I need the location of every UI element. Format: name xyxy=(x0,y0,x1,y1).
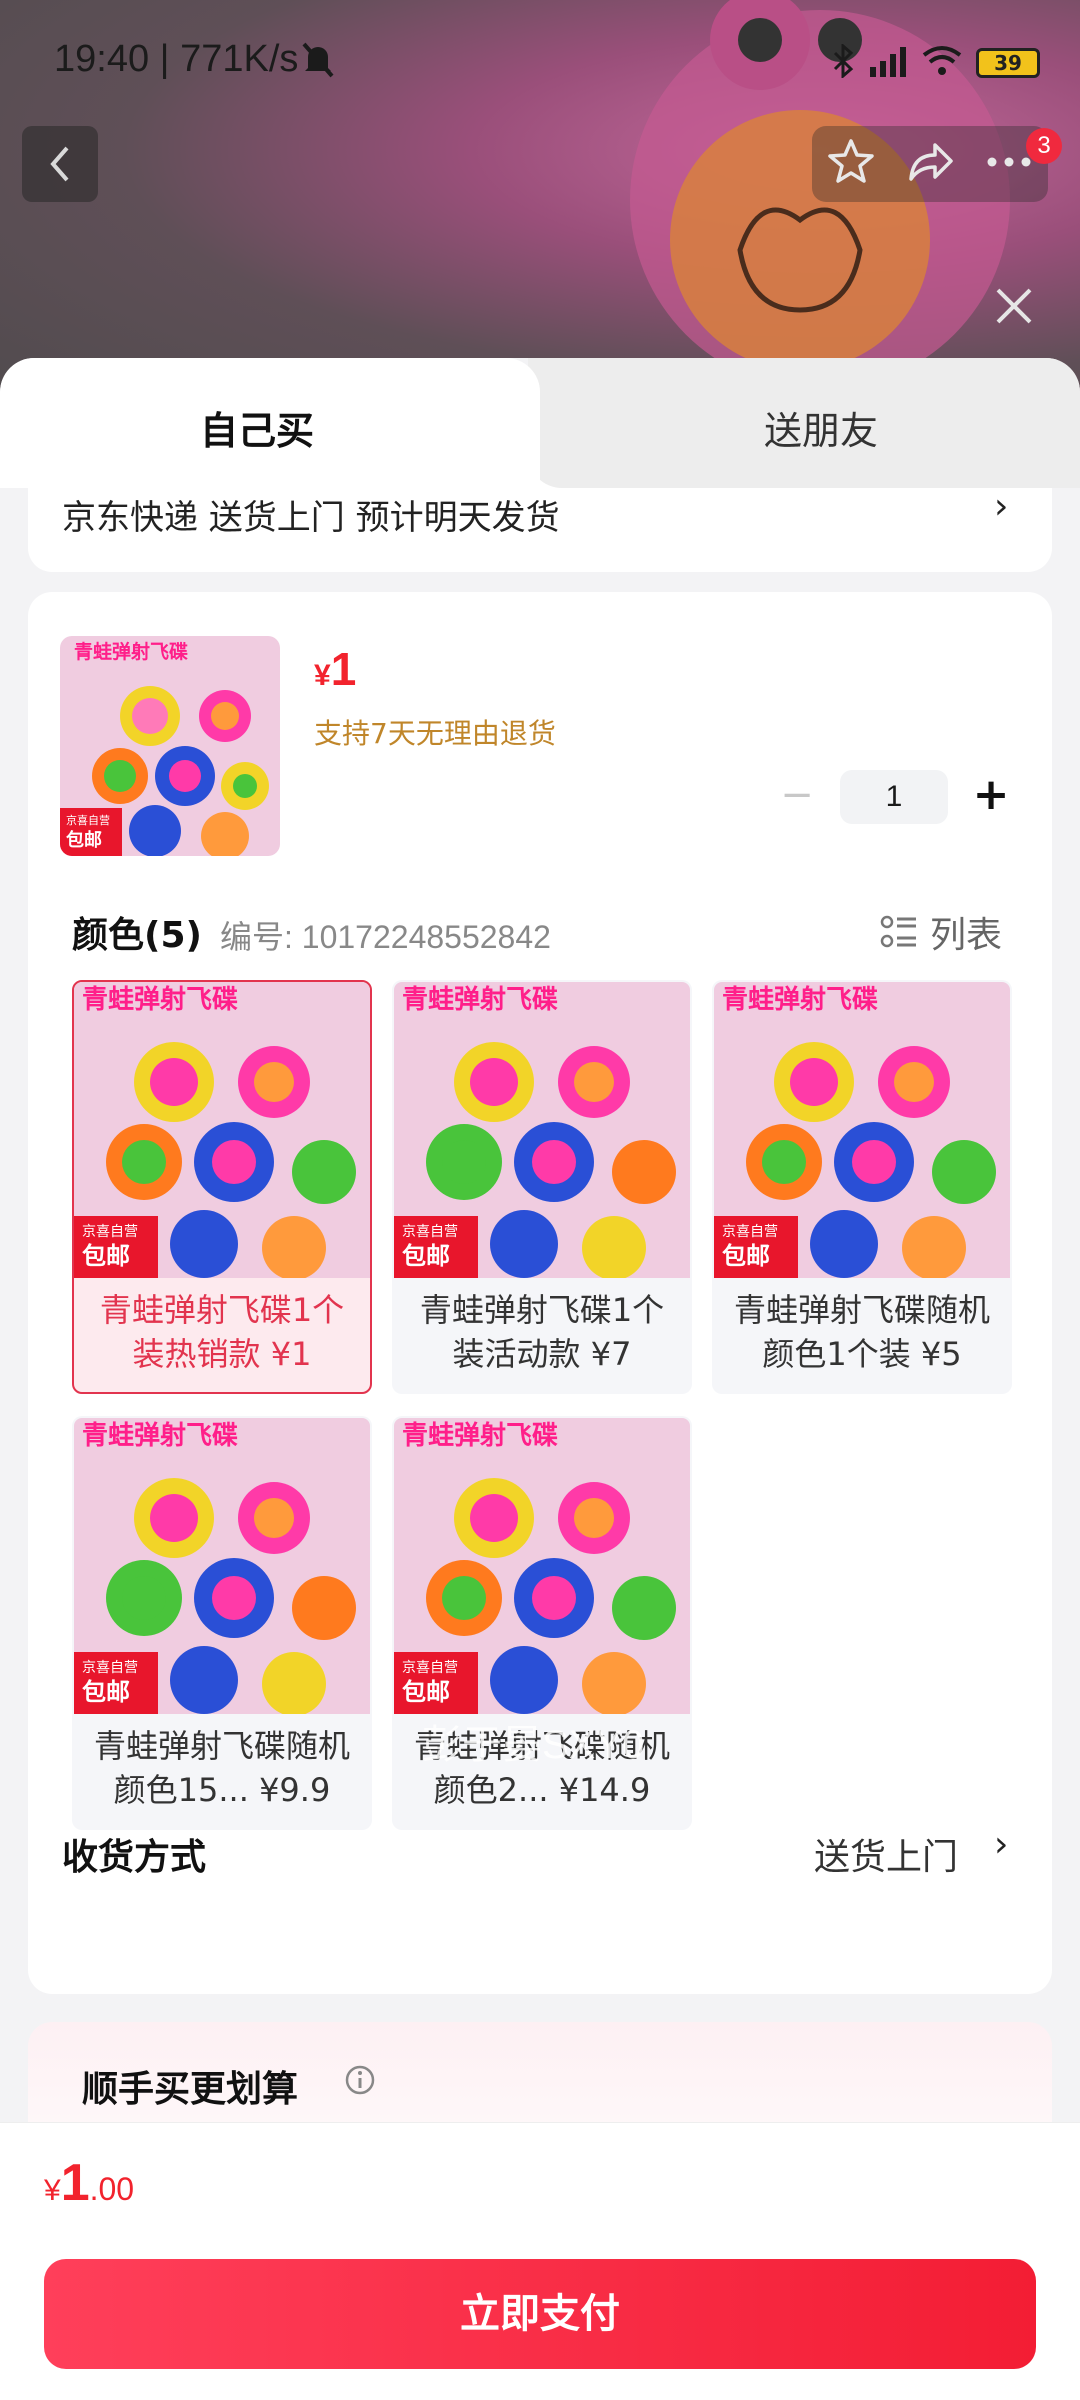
battery-icon: 39 xyxy=(976,48,1040,78)
wifi-icon xyxy=(922,45,962,81)
close-icon xyxy=(996,288,1032,324)
option-free-text: 包邮 xyxy=(402,1242,450,1270)
option-banner-text: 青蛙弹射飞碟 xyxy=(722,985,878,1015)
option-brand-text: 京喜自营 xyxy=(722,1224,778,1240)
unit-price-currency: ¥ xyxy=(314,659,331,692)
delivery-text: 京东快递 送货上门 预计明天发货 xyxy=(62,498,560,538)
total-currency: ¥ xyxy=(44,2174,61,2207)
bluetooth-icon xyxy=(832,42,854,82)
tab-self[interactable]: 自己买 xyxy=(0,358,540,488)
purchase-sheet: 京东快递 送货上门 预计明天发货 › 送朋友 自己买 青蛙弹射飞碟 京喜自营 包… xyxy=(0,358,1080,2400)
upsell-title: 顺手买更划算 xyxy=(82,2069,299,2110)
share-icon xyxy=(909,143,953,181)
total-price: ¥1.00 xyxy=(44,2153,134,2213)
option-brand-text: 京喜自营 xyxy=(402,1660,458,1676)
message-count-badge: 3 xyxy=(1026,128,1062,164)
color-option-line2: 颜色15... ¥9.9 xyxy=(113,1771,331,1809)
list-view-toggle[interactable]: 列表 xyxy=(880,906,1002,958)
chevron-left-icon xyxy=(50,146,69,182)
user-watermark: 彭于晏SXY0 xyxy=(422,1723,645,1767)
thumb-banner-text: 青蛙弹射飞碟 xyxy=(74,640,188,663)
close-sheet-button[interactable] xyxy=(984,276,1044,336)
product-thumbnail[interactable]: 青蛙弹射飞碟 京喜自营 包邮 xyxy=(60,636,280,856)
color-option-line2: 颜色1个装 ¥5 xyxy=(762,1335,962,1373)
mute-bell-icon xyxy=(300,40,336,84)
thumb-brand-text: 京喜自营 xyxy=(66,813,110,827)
option-banner-text: 青蛙弹射飞碟 xyxy=(82,1421,238,1451)
color-option-image: 青蛙弹射飞碟京喜自营包邮 xyxy=(74,1418,370,1714)
tab-self-label: 自己买 xyxy=(200,409,315,453)
more-dots-icon xyxy=(987,157,1031,167)
pay-now-button[interactable]: 立即支付 xyxy=(44,2259,1036,2369)
color-option-tile[interactable]: 青蛙弹射飞碟京喜自营包邮青蛙弹射飞碟随机 颜色15... ¥9.9 xyxy=(72,1416,372,1830)
product-thumbnail-image: 青蛙弹射飞碟 京喜自营 包邮 xyxy=(60,636,280,856)
option-free-text: 包邮 xyxy=(82,1242,130,1270)
share-button[interactable] xyxy=(905,137,955,191)
favorite-star-button[interactable] xyxy=(826,137,876,191)
shipping-method-value: 送货上门 xyxy=(814,1837,959,1878)
unit-price-value: 1 xyxy=(330,643,357,695)
checkout-footer: ¥1.00 立即支付 xyxy=(0,2122,1080,2400)
color-option-line1: 青蛙弹射飞碟1个 xyxy=(419,1291,665,1329)
option-free-text: 包邮 xyxy=(722,1242,770,1270)
info-icon[interactable] xyxy=(344,2064,376,2100)
color-option-line2: 装热销款 ¥1 xyxy=(132,1335,312,1373)
option-brand-text: 京喜自营 xyxy=(82,1224,138,1240)
purchase-tabs: 送朋友 自己买 xyxy=(0,358,1080,488)
color-option-line1: 青蛙弹射飞碟随机 xyxy=(733,1291,990,1329)
option-brand-text: 京喜自营 xyxy=(402,1224,458,1240)
color-option-line2: 装活动款 ¥7 xyxy=(452,1335,632,1373)
option-banner-text: 青蛙弹射飞碟 xyxy=(82,985,238,1015)
thumb-free-text: 包邮 xyxy=(66,829,102,851)
status-time: 19:40 | 771K/s xyxy=(54,38,299,80)
option-brand-text: 京喜自营 xyxy=(82,1660,138,1676)
color-option-line2: 颜色2... ¥14.9 xyxy=(433,1771,651,1809)
color-option-image: 青蛙弹射飞碟京喜自营包邮 xyxy=(394,1418,690,1714)
product-code: 编号: 10172248552842 xyxy=(220,919,551,955)
status-bar: 19:40 | 771K/s 39 xyxy=(0,0,1080,120)
color-option-label: 青蛙弹射飞碟随机 颜色15... ¥9.9 xyxy=(74,1724,370,1812)
chevron-right-icon: › xyxy=(994,486,1009,527)
option-free-text: 包邮 xyxy=(402,1678,450,1706)
total-integer: 1 xyxy=(60,2154,90,2212)
tab-friend-label[interactable]: 送朋友 xyxy=(764,400,878,455)
option-banner-text: 青蛙弹射飞碟 xyxy=(402,1421,558,1451)
unit-price: ¥1 xyxy=(314,642,356,696)
more-button[interactable] xyxy=(984,152,1034,176)
signal-icon xyxy=(868,45,908,81)
option-banner-text: 青蛙弹射飞碟 xyxy=(402,985,558,1015)
color-option-label: 青蛙弹射飞碟1个 装活动款 ¥7 xyxy=(394,1288,690,1376)
color-option-image: 青蛙弹射飞碟京喜自营包邮 xyxy=(74,982,370,1278)
nav-actions xyxy=(812,126,1048,202)
color-option-line1: 青蛙弹射飞碟1个 xyxy=(99,1291,345,1329)
total-decimal: .00 xyxy=(89,2171,135,2207)
product-card: 青蛙弹射飞碟 京喜自营 包邮 ¥1 支持7天无理由退货 − 1 + 颜色(5) … xyxy=(28,592,1052,1994)
option-free-text: 包邮 xyxy=(82,1678,130,1706)
color-option-label: 青蛙弹射飞碟1个 装热销款 ¥1 xyxy=(74,1288,370,1376)
star-icon xyxy=(828,139,875,183)
back-button[interactable] xyxy=(22,126,98,202)
quantity-field[interactable]: 1 xyxy=(840,770,948,824)
color-option-tile[interactable]: 青蛙弹射飞碟京喜自营包邮青蛙弹射飞碟随机 颜色1个装 ¥5 xyxy=(712,980,1012,1394)
color-option-label: 青蛙弹射飞碟随机 颜色1个装 ¥5 xyxy=(714,1288,1010,1376)
color-option-tile[interactable]: 青蛙弹射飞碟京喜自营包邮青蛙弹射飞碟1个 装热销款 ¥1 xyxy=(72,980,372,1394)
shipping-method-label: 收货方式 xyxy=(62,1837,207,1878)
list-icon xyxy=(880,915,916,948)
list-view-label: 列表 xyxy=(930,915,1003,956)
color-spec-title: 颜色(5) xyxy=(72,915,202,956)
color-option-tile[interactable]: 青蛙弹射飞碟京喜自营包邮青蛙弹射飞碟1个 装活动款 ¥7 xyxy=(392,980,692,1394)
color-option-image: 青蛙弹射飞碟京喜自营包邮 xyxy=(394,982,690,1278)
color-option-image: 青蛙弹射飞碟京喜自营包邮 xyxy=(714,982,1010,1278)
chevron-right-icon: › xyxy=(994,1824,1009,1865)
quantity-increase-button[interactable]: + xyxy=(966,772,1016,822)
quantity-stepper: − 1 + xyxy=(772,770,1016,824)
return-policy-note: 支持7天无理由退货 xyxy=(314,717,556,750)
color-option-line1: 青蛙弹射飞碟随机 xyxy=(93,1727,350,1765)
quantity-decrease-button[interactable]: − xyxy=(772,772,822,822)
